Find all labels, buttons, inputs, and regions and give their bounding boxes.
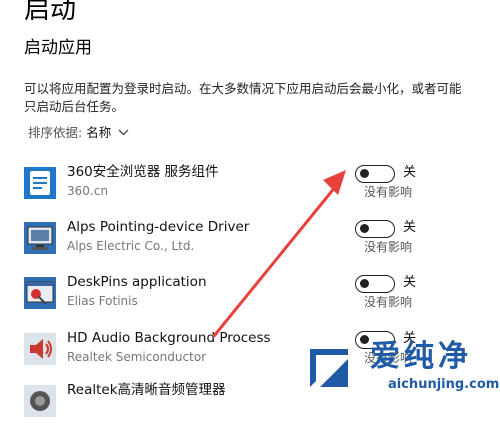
- watermark: 爱纯净 aichunjing.com: [298, 339, 500, 402]
- watermark-logo-icon: [310, 349, 348, 387]
- watermark-name: 爱纯净: [370, 339, 472, 374]
- watermark-url: aichunjing.com: [388, 377, 500, 392]
